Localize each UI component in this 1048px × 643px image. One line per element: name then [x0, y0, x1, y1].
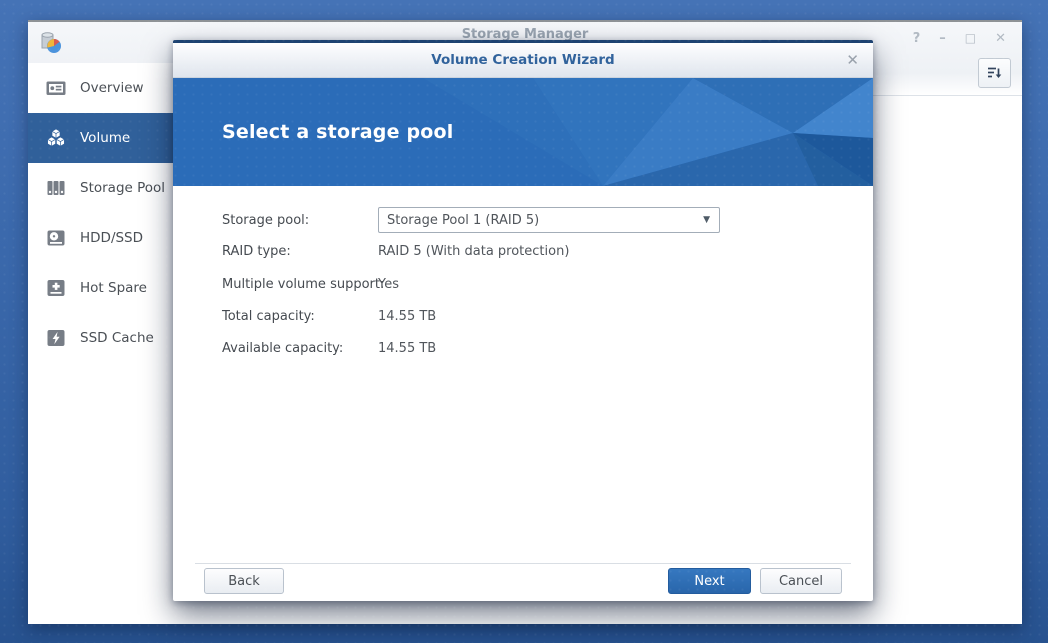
dialog-titlebar: Volume Creation Wizard ✕	[173, 43, 873, 78]
storage-pool-dropdown[interactable]: Storage Pool 1 (RAID 5) ▼	[378, 207, 720, 233]
dialog-title: Volume Creation Wizard	[431, 52, 614, 68]
sidebar-item-label: Hot Spare	[80, 280, 147, 296]
form-value-multiple-volume-support: Yes	[378, 277, 399, 292]
sidebar-item-label: Storage Pool	[80, 180, 165, 196]
form-label-available-capacity: Available capacity:	[222, 341, 343, 356]
sidebar-item-label: Overview	[80, 80, 144, 96]
next-button[interactable]: Next	[668, 568, 751, 594]
banner-heading: Select a storage pool	[222, 121, 454, 143]
hot-spare-icon	[45, 277, 67, 299]
dropdown-selected-value: Storage Pool 1 (RAID 5)	[379, 213, 703, 228]
dialog-banner: Select a storage pool	[173, 78, 873, 186]
hdd-ssd-icon	[45, 227, 67, 249]
form-label-storage-pool: Storage pool:	[222, 213, 309, 228]
sidebar-item-label: HDD/SSD	[80, 230, 143, 246]
sidebar-item-ssd-cache[interactable]: SSD Cache	[28, 313, 180, 363]
minimize-icon[interactable]: –	[939, 31, 946, 46]
volume-cubes-icon	[45, 127, 67, 149]
back-button[interactable]: Back	[204, 568, 284, 594]
form-value-raid-type: RAID 5 (With data protection)	[378, 244, 569, 259]
sidebar-item-hot-spare[interactable]: Hot Spare	[28, 263, 180, 313]
sort-descending-icon	[986, 65, 1003, 81]
dialog-close-icon[interactable]: ✕	[846, 43, 859, 77]
storage-pool-icon	[45, 177, 67, 199]
sidebar-item-storage-pool[interactable]: Storage Pool	[28, 163, 180, 213]
form-value-available-capacity: 14.55 TB	[378, 341, 436, 356]
overview-card-icon	[45, 77, 67, 99]
sort-button[interactable]	[978, 58, 1011, 88]
sidebar-item-label: Volume	[80, 130, 130, 146]
form-label-multiple-volume-support: Multiple volume support:	[222, 277, 384, 292]
maximize-icon[interactable]: □	[965, 31, 976, 46]
volume-creation-wizard-dialog: Volume Creation Wizard ✕ Select a storag…	[173, 40, 873, 601]
close-icon[interactable]: ✕	[995, 31, 1006, 46]
ssd-cache-icon	[45, 327, 67, 349]
form-label-total-capacity: Total capacity:	[222, 309, 315, 324]
chevron-down-icon: ▼	[703, 215, 719, 225]
footer-divider	[195, 563, 851, 564]
sidebar: Overview	[28, 63, 180, 363]
help-icon[interactable]: ?	[913, 31, 921, 46]
form-value-total-capacity: 14.55 TB	[378, 309, 436, 324]
window-controls: ? – □ ✕	[913, 31, 1006, 46]
desktop: Storage Manager ? – □ ✕	[0, 0, 1048, 643]
cancel-button[interactable]: Cancel	[760, 568, 842, 594]
sidebar-item-overview[interactable]: Overview	[28, 63, 180, 113]
form-label-raid-type: RAID type:	[222, 244, 291, 259]
sidebar-item-volume[interactable]: Volume	[28, 113, 180, 163]
sidebar-item-label: SSD Cache	[80, 330, 154, 346]
sidebar-item-hdd-ssd[interactable]: HDD/SSD	[28, 213, 180, 263]
